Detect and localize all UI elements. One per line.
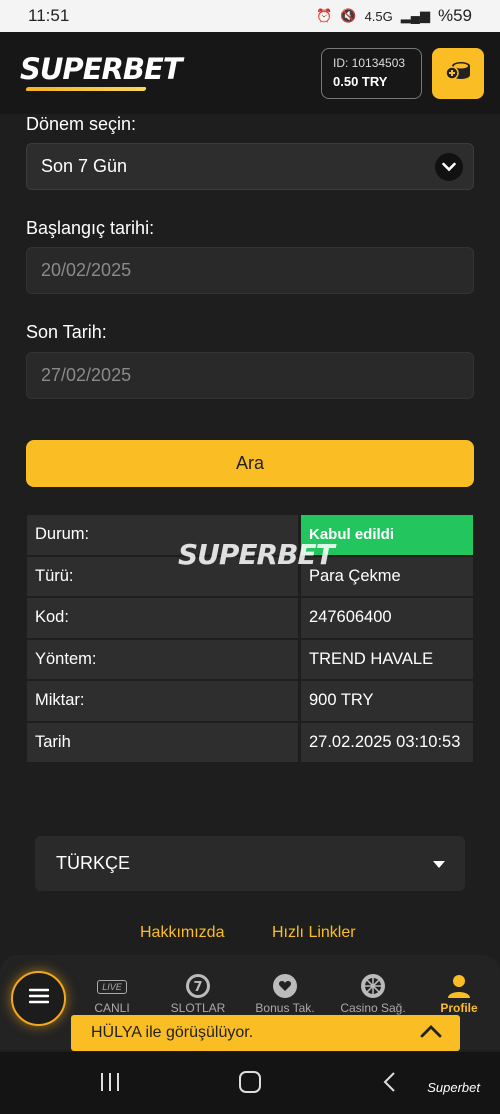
signal-icon: ▂▄▆: [400, 8, 430, 23]
quick-links-link[interactable]: Hızlı Linkler: [272, 924, 356, 942]
search-button[interactable]: Ara: [26, 440, 474, 487]
wheel-icon: [360, 973, 386, 1002]
live-chat-bar[interactable]: HÜLYA ile görüşülüyor.: [71, 1015, 460, 1051]
logo-underline: [25, 87, 147, 91]
status-bar: 11:51 ⏰ 🔇 4.5G ▂▄▆ %59: [0, 0, 500, 32]
status-badge: Kabul edildi: [300, 514, 474, 556]
row-key: Miktar:: [26, 680, 300, 722]
period-value: Son 7 Gün: [41, 156, 128, 176]
row-key: Yöntem:: [26, 638, 300, 680]
table-row: Kod: 247606400: [26, 597, 474, 639]
row-value: 900 TRY: [300, 680, 474, 722]
nav-casino[interactable]: Casino Sağ.: [338, 973, 408, 1015]
caret-down-icon: [433, 861, 445, 868]
table-row: Durum: Kabul edildi: [26, 514, 474, 556]
live-icon: LIVE: [97, 980, 127, 994]
menu-button[interactable]: [11, 971, 66, 1026]
account-balance: 0.50 TRY: [333, 74, 388, 89]
slot-seven-icon: 7: [185, 973, 211, 1002]
nav-label: Profile: [440, 1001, 478, 1015]
superbet-logo[interactable]: SUPERBET: [20, 52, 183, 86]
row-value: Para Çekme: [300, 555, 474, 597]
status-time: 11:51: [28, 6, 70, 25]
table-row: Miktar: 900 TRY: [26, 680, 474, 722]
end-date-value: 27/02/2025: [41, 365, 132, 385]
row-key: Kod:: [26, 597, 300, 639]
mute-icon: 🔇: [340, 8, 357, 23]
nav-label: SLOTLAR: [170, 1001, 226, 1015]
hamburger-icon: [28, 988, 49, 1009]
heart-icon: [272, 973, 298, 1002]
coins-icon: [444, 60, 472, 87]
recent-apps-icon[interactable]: [98, 1071, 122, 1098]
brand-label: Superbet: [427, 1080, 480, 1095]
app-header: SUPERBET ID: 10134503 0.50 TRY: [0, 32, 500, 114]
row-key: Türü:: [26, 555, 300, 597]
battery-level: %59: [437, 6, 472, 25]
start-date-field[interactable]: 20/02/2025: [26, 247, 474, 294]
account-id: ID: 10134503: [333, 56, 406, 70]
home-icon[interactable]: [238, 1071, 262, 1098]
end-date-field[interactable]: 27/02/2025: [26, 352, 474, 399]
status-icons: ⏰ 🔇 4.5G ▂▄▆ %59: [316, 6, 472, 26]
nav-label: Bonus Tak.: [255, 1001, 315, 1015]
end-date-label: Son Tarih:: [26, 322, 107, 342]
row-key: Tarih: [26, 721, 300, 763]
nav-slots[interactable]: 7 SLOTLAR: [163, 973, 233, 1015]
language-value: TÜRKÇE: [56, 853, 131, 873]
back-icon[interactable]: [380, 1071, 400, 1098]
table-row: Türü: Para Çekme: [26, 555, 474, 597]
chevron-up-icon[interactable]: [420, 1024, 442, 1043]
wallet-button[interactable]: [432, 48, 484, 99]
chat-status-text: HÜLYA ile görüşülüyor.: [91, 1024, 254, 1041]
transaction-table: Durum: Kabul edildi Türü: Para Çekme Kod…: [26, 514, 474, 763]
period-select[interactable]: Son 7 Gün: [26, 143, 474, 190]
nav-bonus[interactable]: Bonus Tak.: [250, 973, 320, 1015]
chevron-down-icon: [435, 153, 463, 181]
about-link[interactable]: Hakkımızda: [140, 924, 224, 942]
network-label: 4.5G: [364, 8, 393, 24]
account-info[interactable]: ID: 10134503 0.50 TRY: [321, 48, 422, 99]
nav-profile[interactable]: Profile: [424, 973, 494, 1015]
row-value: TREND HAVALE: [300, 638, 474, 680]
row-value: 247606400: [300, 597, 474, 639]
language-select[interactable]: TÜRKÇE: [35, 836, 465, 891]
row-key: Durum:: [26, 514, 300, 556]
user-icon: [445, 972, 473, 1003]
table-row: Yöntem: TREND HAVALE: [26, 638, 474, 680]
period-label: Dönem seçin:: [26, 114, 137, 134]
system-navigation: Superbet: [0, 1052, 500, 1114]
nav-label: Casino Sağ.: [340, 1001, 406, 1015]
alarm-icon: ⏰: [316, 8, 333, 23]
start-date-label: Başlangıç tarihi:: [26, 218, 155, 238]
row-value: 27.02.2025 03:10:53: [300, 721, 474, 763]
svg-text:7: 7: [193, 980, 202, 995]
table-row: Tarih 27.02.2025 03:10:53: [26, 721, 474, 763]
start-date-value: 20/02/2025: [41, 260, 132, 280]
